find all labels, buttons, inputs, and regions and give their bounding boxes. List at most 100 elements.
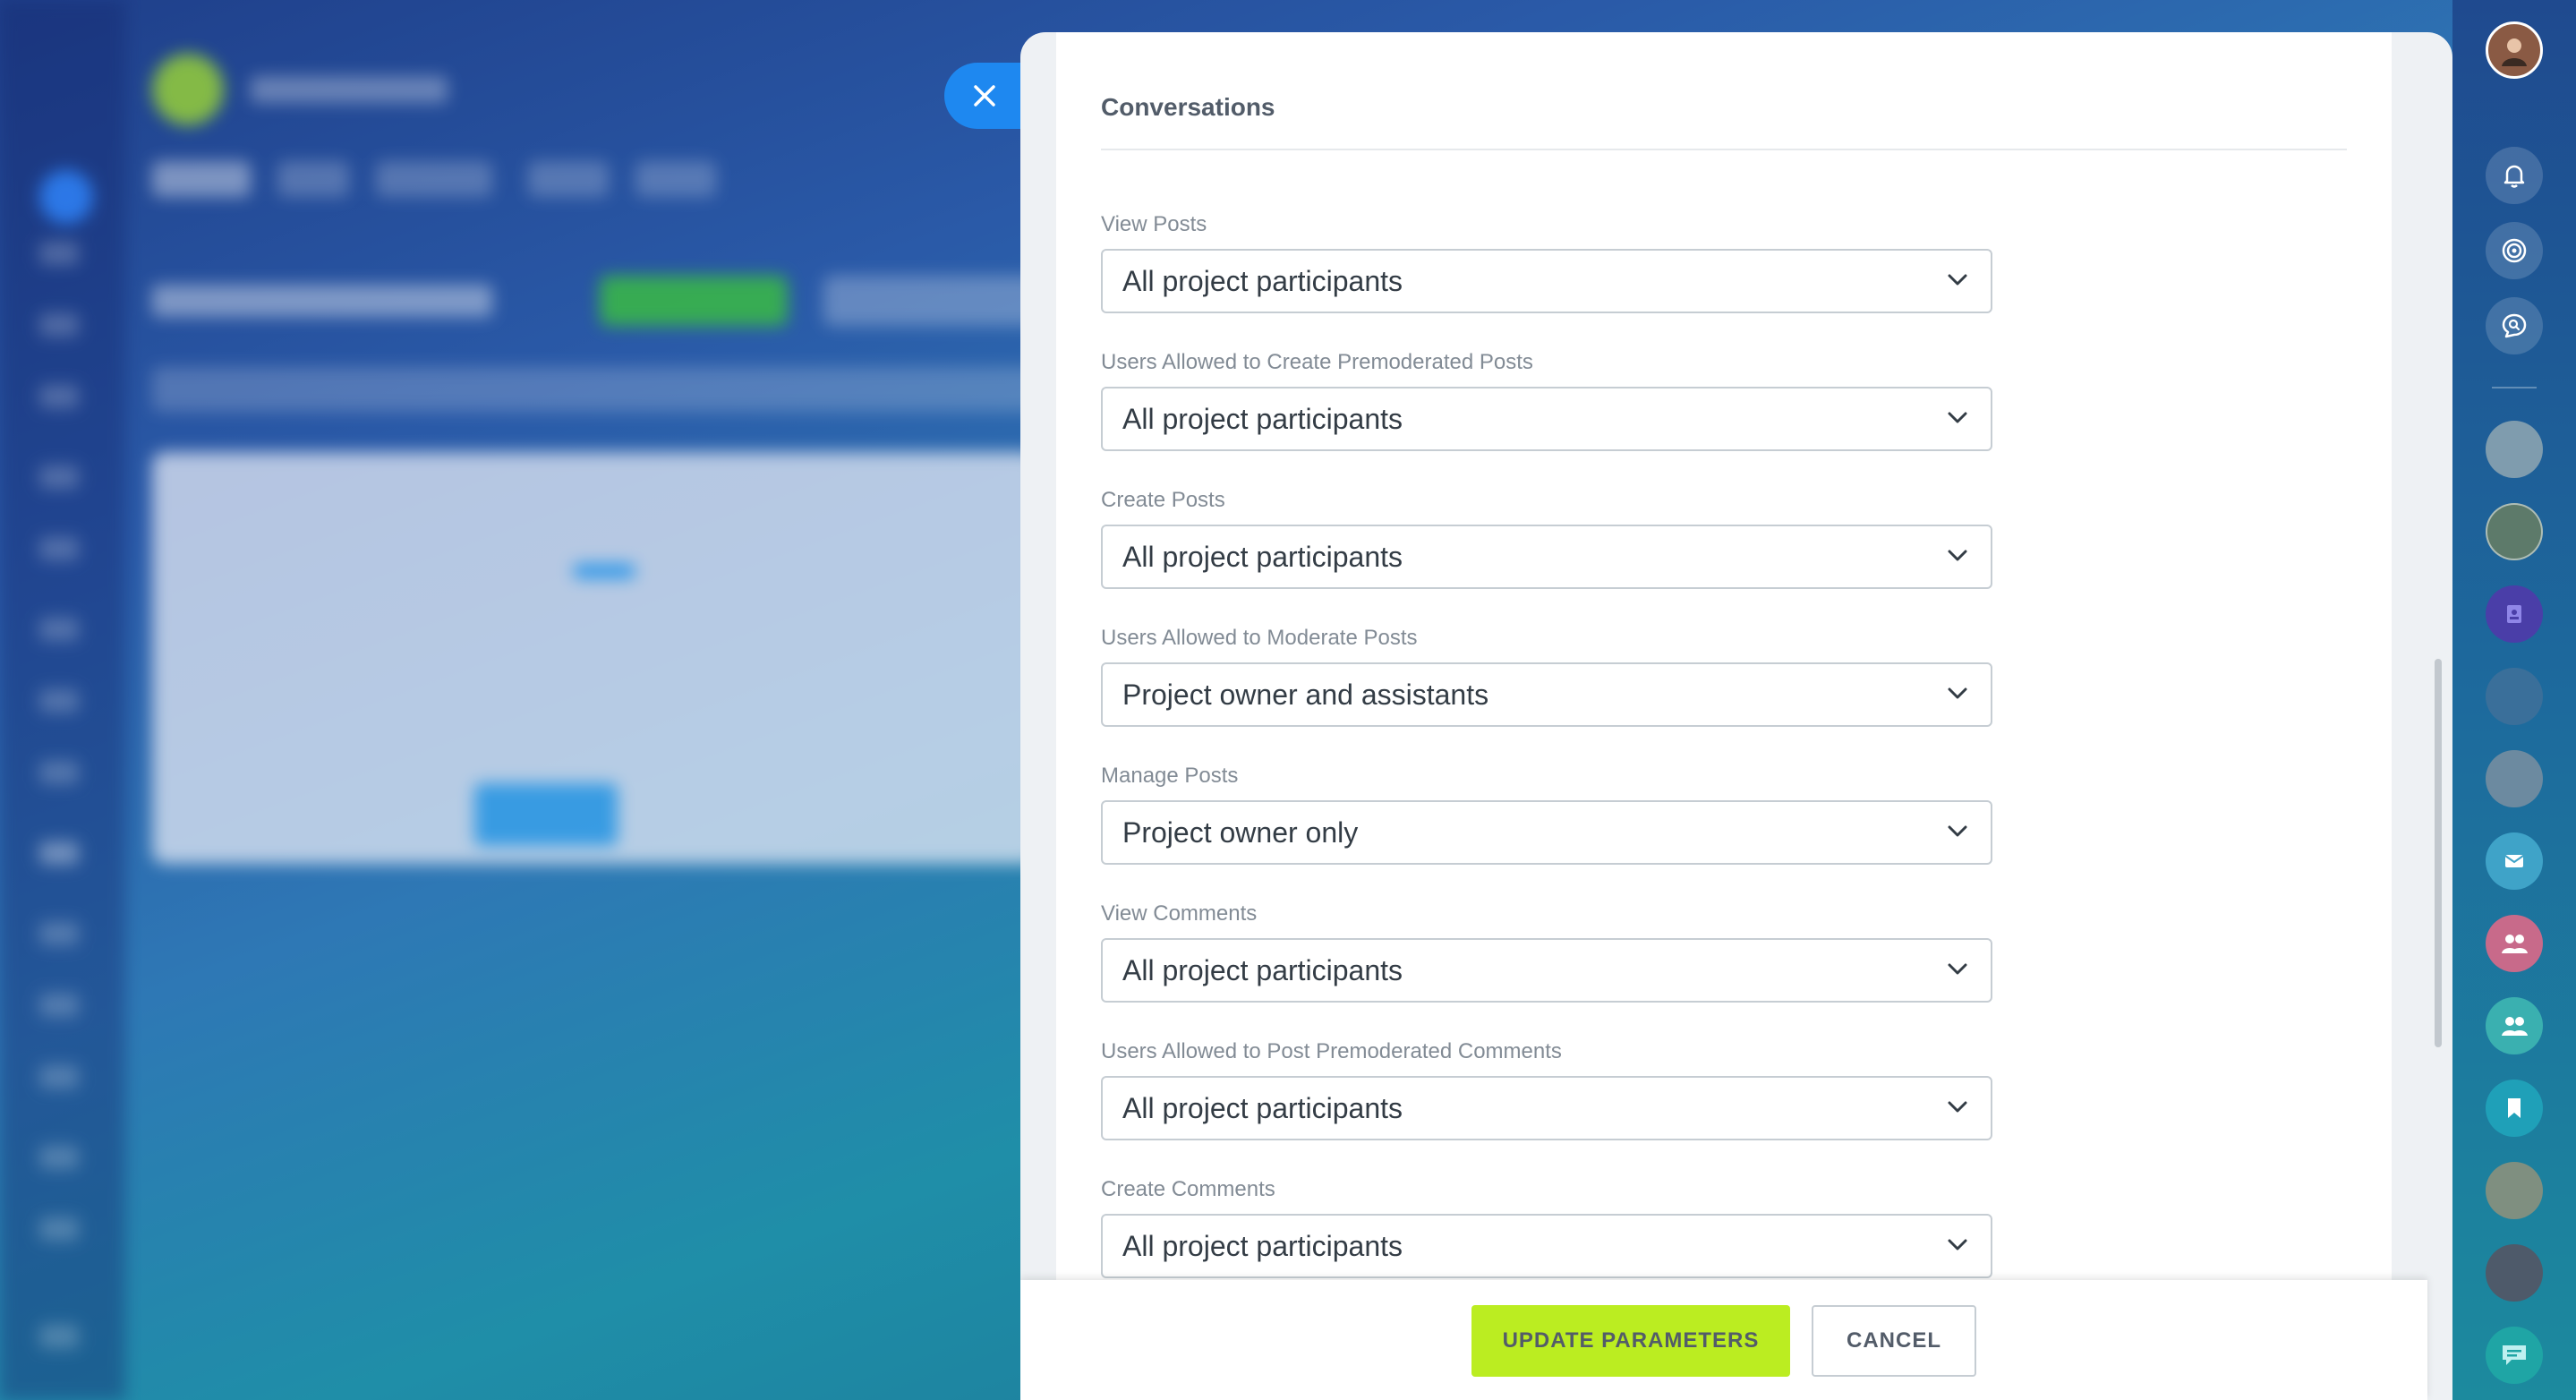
view-posts-select[interactable]: All project participants (1101, 249, 1992, 313)
section-title: Conversations (1101, 93, 1275, 121)
background-sidebar-item (39, 689, 79, 713)
settings-panel: Conversations View Posts All project par… (1020, 32, 2452, 1400)
field-label: Users Allowed to Create Premoderated Pos… (1101, 350, 1533, 374)
mail-icon (2504, 855, 2524, 867)
notifications-button[interactable] (2486, 147, 2543, 204)
background-app (0, 0, 1038, 1400)
background-green-button (600, 276, 788, 326)
cancel-button[interactable]: CANCEL (1812, 1305, 1976, 1377)
bookmarks-button[interactable] (2486, 1080, 2543, 1137)
background-sidebar-item (39, 994, 79, 1017)
background-tab (528, 161, 609, 197)
update-parameters-button[interactable]: UPDATE PARAMETERS (1471, 1305, 1790, 1377)
background-sidebar-item (39, 618, 79, 641)
select-value: All project participants (1122, 402, 1403, 435)
background-sidebar-item (39, 313, 79, 337)
create-comments-select[interactable]: All project participants (1101, 1214, 1992, 1278)
background-sidebar-item (39, 1146, 79, 1169)
select-value: All project participants (1122, 953, 1403, 986)
scrollbar[interactable] (2433, 32, 2442, 1280)
group-chat-button[interactable] (2486, 915, 2543, 972)
background-tab (277, 161, 349, 197)
panel-footer: UPDATE PARAMETERS CANCEL (1020, 1280, 2427, 1400)
background-sidebar-item (39, 537, 79, 560)
target-icon (2502, 238, 2527, 263)
group-chat-button[interactable] (2486, 997, 2543, 1054)
chevron-down-icon (1948, 550, 1967, 561)
background-sidebar-item (39, 242, 79, 265)
field-create-comments: Create Comments All project participants (1101, 1176, 1992, 1278)
chevron-down-icon (1948, 274, 1967, 286)
field-create-premoderated-posts: Users Allowed to Create Premoderated Pos… (1101, 349, 1992, 451)
background-sidebar-item (39, 1217, 79, 1241)
moderate-posts-select[interactable]: Project owner and assistants (1101, 662, 1992, 727)
post-premoderated-comments-select[interactable]: All project participants (1101, 1076, 1992, 1140)
background-tab (376, 161, 492, 197)
select-value: Project owner only (1122, 815, 1359, 849)
chat-icon (2503, 1345, 2526, 1365)
goals-button[interactable] (2486, 222, 2543, 279)
search-chat-icon (2502, 313, 2527, 338)
user-avatar[interactable] (2486, 21, 2543, 79)
select-value: All project participants (1122, 1091, 1403, 1124)
settings-content: Conversations View Posts All project par… (1056, 32, 2392, 1280)
person-icon (2502, 38, 2527, 66)
field-manage-posts: Manage Posts Project owner only (1101, 763, 1992, 865)
chevron-down-icon (1948, 687, 1967, 699)
background-sidebar-item (39, 385, 79, 408)
manage-posts-select[interactable]: Project owner only (1101, 800, 1992, 865)
background-progress (573, 564, 635, 578)
chevron-down-icon (1948, 412, 1967, 423)
group-avatar[interactable] (2486, 750, 2543, 807)
background-sidebar-item (39, 922, 79, 945)
field-view-posts: View Posts All project participants (1101, 211, 1992, 313)
bell-icon (2503, 165, 2525, 188)
select-value: All project participants (1122, 540, 1403, 573)
section-divider (1101, 149, 2347, 150)
right-sidebar (2452, 0, 2576, 1400)
chevron-down-icon (1948, 1101, 1967, 1113)
field-post-premoderated-comments: Users Allowed to Post Premoderated Comme… (1101, 1038, 1992, 1140)
scrollbar-thumb[interactable] (2435, 659, 2442, 1047)
background-title (152, 285, 492, 317)
field-label: Manage Posts (1101, 764, 1239, 788)
create-premoderated-posts-select[interactable]: All project participants (1101, 387, 1992, 451)
select-value: All project participants (1122, 264, 1403, 297)
background-sidebar-item (39, 1325, 79, 1348)
chat-button[interactable] (2486, 1327, 2543, 1384)
field-label: View Comments (1101, 901, 1258, 926)
group-icon (2502, 935, 2528, 953)
view-comments-select[interactable]: All project participants (1101, 938, 1992, 1003)
background-sidebar-item (39, 1065, 79, 1088)
contact-avatar[interactable] (2486, 421, 2543, 478)
background-sidebar-item (39, 170, 93, 224)
field-label: Create Comments (1101, 1177, 1275, 1201)
background-pill (823, 276, 1038, 326)
create-posts-select[interactable]: All project participants (1101, 525, 1992, 589)
background-sidebar-item (39, 841, 79, 865)
chevron-down-icon (1948, 963, 1967, 975)
close-icon (974, 85, 995, 107)
background-logo-text (251, 76, 448, 103)
contact-avatar[interactable] (2486, 668, 2543, 725)
contact-avatar[interactable] (2486, 1244, 2543, 1302)
background-filter-bar (152, 367, 1038, 412)
search-chats-button[interactable] (2486, 297, 2543, 354)
address-book-icon (2507, 605, 2521, 623)
field-moderate-posts: Users Allowed to Moderate Posts Project … (1101, 625, 1992, 727)
background-tab (635, 161, 716, 197)
field-label: View Posts (1101, 212, 1207, 236)
group-icon (2502, 1017, 2528, 1036)
background-sidebar (0, 0, 125, 1400)
contact-avatar[interactable] (2486, 1162, 2543, 1219)
mail-button[interactable] (2486, 832, 2543, 890)
chevron-down-icon (1948, 1239, 1967, 1251)
address-book-button[interactable] (2486, 585, 2543, 643)
sidebar-divider (2492, 387, 2537, 388)
close-panel-button[interactable] (944, 63, 1025, 129)
background-sidebar-item (39, 465, 79, 489)
field-label: Users Allowed to Moderate Posts (1101, 626, 1418, 650)
background-sidebar-item (39, 761, 79, 784)
contact-avatar[interactable] (2486, 503, 2543, 560)
background-button (474, 783, 618, 846)
